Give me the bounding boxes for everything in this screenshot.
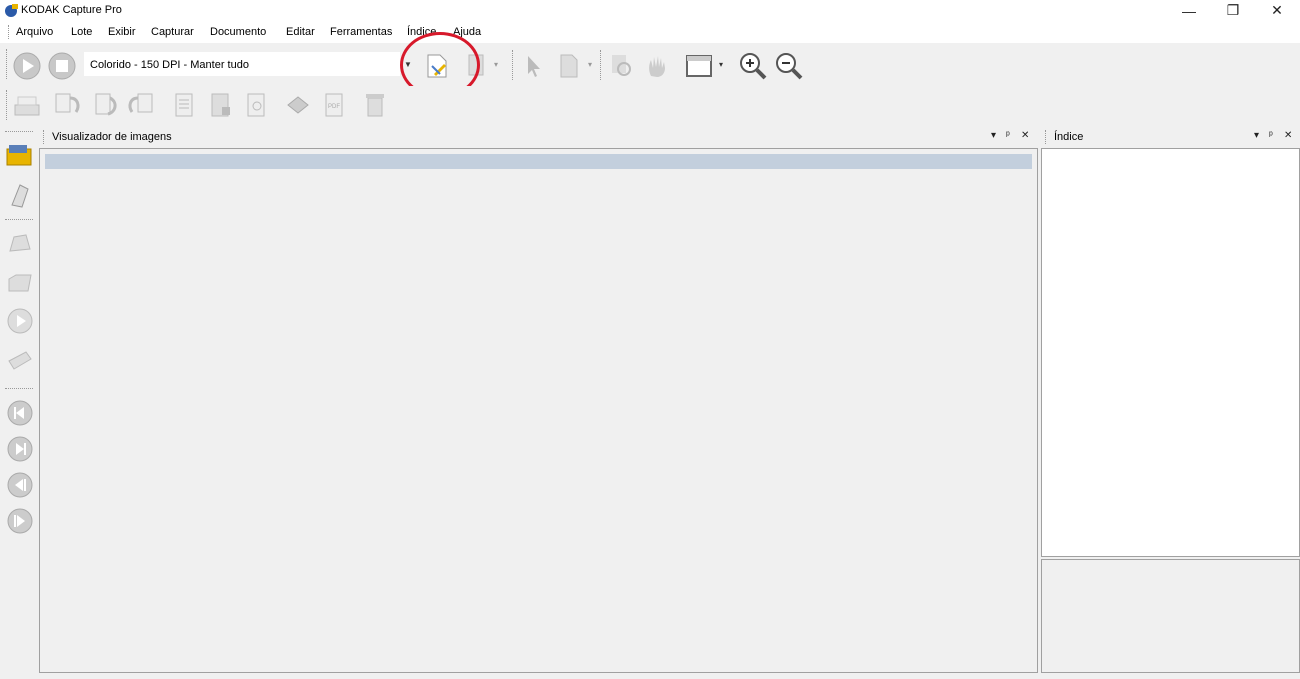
index-fields-area[interactable] bbox=[1041, 148, 1300, 557]
view-layout-dropdown-icon[interactable]: ▾ bbox=[719, 60, 723, 69]
index-pin-icon[interactable]: ᵖ bbox=[1269, 130, 1273, 141]
page-properties-icon[interactable] bbox=[172, 91, 198, 119]
print-icon[interactable] bbox=[284, 91, 312, 119]
title-bar: KODAK Capture Pro — ❐ ✕ bbox=[0, 0, 1300, 21]
job-setting-select[interactable]: Colorido - 150 DPI - Manter tudo bbox=[84, 52, 400, 76]
image-viewer-area[interactable] bbox=[39, 148, 1038, 673]
minimize-button[interactable]: — bbox=[1166, 0, 1212, 21]
left-toolbar-separator bbox=[5, 219, 33, 220]
zoom-in-icon[interactable] bbox=[737, 50, 769, 82]
play-batch-icon[interactable] bbox=[6, 307, 34, 335]
menu-exibir[interactable]: Exibir bbox=[108, 26, 136, 38]
pan-hand-icon[interactable] bbox=[643, 52, 671, 80]
index-menu-dropdown-icon[interactable]: ▾ bbox=[1254, 130, 1259, 141]
pdf-export-icon[interactable]: PDF bbox=[322, 91, 350, 119]
select-pointer-icon[interactable] bbox=[522, 52, 544, 80]
close-button[interactable]: ✕ bbox=[1254, 0, 1300, 21]
secondary-toolbar: PDF bbox=[0, 86, 1300, 124]
kodak-app-icon bbox=[5, 4, 18, 17]
menu-ferramentas[interactable]: Ferramentas bbox=[330, 26, 392, 38]
viewer-panel-header: Visualizador de imagens ▾ ᵖ ✕ bbox=[39, 127, 1038, 149]
index-panel-title: Índice bbox=[1054, 131, 1084, 143]
zoom-area-icon[interactable] bbox=[608, 52, 636, 80]
toolbar-separator bbox=[600, 50, 602, 80]
viewer-menu-dropdown-icon[interactable]: ▾ bbox=[991, 130, 996, 141]
menu-lote[interactable]: Lote bbox=[71, 26, 92, 38]
page-preview-icon[interactable] bbox=[244, 91, 270, 119]
index-header-grip bbox=[1045, 130, 1047, 144]
window-title: KODAK Capture Pro bbox=[21, 4, 122, 16]
restore-button[interactable]: ❐ bbox=[1210, 0, 1256, 21]
open-batch-icon[interactable] bbox=[6, 269, 34, 297]
viewer-pin-icon[interactable]: ᵖ bbox=[1006, 130, 1010, 141]
toolbar-separator bbox=[512, 50, 514, 80]
toolbar-grip bbox=[6, 49, 8, 79]
previous-page-icon[interactable] bbox=[6, 471, 34, 499]
left-toolbar-separator bbox=[5, 388, 33, 389]
start-capture-icon[interactable] bbox=[12, 51, 42, 81]
menu-capturar[interactable]: Capturar bbox=[151, 26, 194, 38]
menu-bar: Arquivo Lote Exibir Capturar Documento E… bbox=[0, 21, 1300, 43]
menu-documento[interactable]: Documento bbox=[210, 26, 266, 38]
viewer-header-grip bbox=[43, 130, 45, 144]
menu-editar[interactable]: Editar bbox=[286, 26, 315, 38]
first-page-icon[interactable] bbox=[6, 399, 34, 427]
close-batch-icon[interactable] bbox=[6, 347, 34, 375]
index-checkered-icon[interactable] bbox=[6, 181, 34, 209]
rotate-right-icon[interactable] bbox=[52, 90, 84, 120]
menu-grip bbox=[8, 25, 10, 39]
viewer-panel-title: Visualizador de imagens bbox=[52, 131, 172, 143]
document-dropdown-icon[interactable]: ▾ bbox=[588, 60, 592, 69]
page-setup-dropdown-icon[interactable]: ▾ bbox=[494, 60, 498, 69]
new-batch-icon[interactable] bbox=[6, 229, 34, 257]
index-close-icon[interactable]: ✕ bbox=[1284, 130, 1292, 141]
viewer-close-icon[interactable]: ✕ bbox=[1021, 130, 1029, 141]
menu-arquivo[interactable]: Arquivo bbox=[16, 26, 53, 38]
index-panel-header: Índice ▾ ᵖ ✕ bbox=[1041, 127, 1300, 149]
rotate-180-icon[interactable] bbox=[88, 90, 120, 120]
next-page-icon[interactable] bbox=[6, 507, 34, 535]
batch-folder-icon[interactable] bbox=[5, 141, 35, 171]
viewer-selection-bar bbox=[45, 154, 1032, 169]
document-icon[interactable] bbox=[556, 52, 582, 80]
last-page-icon[interactable] bbox=[6, 435, 34, 463]
rotate-left-icon[interactable] bbox=[126, 90, 158, 120]
stop-capture-icon[interactable] bbox=[47, 51, 77, 81]
left-toolbar-grip bbox=[5, 131, 33, 132]
left-toolbar bbox=[0, 125, 37, 541]
zoom-out-icon[interactable] bbox=[773, 50, 805, 82]
toolbar-grip bbox=[6, 90, 8, 120]
scanner-icon[interactable] bbox=[12, 91, 42, 119]
page-insert-icon[interactable] bbox=[208, 91, 234, 119]
svg-text:PDF: PDF bbox=[328, 104, 340, 110]
index-info-area bbox=[1041, 559, 1300, 673]
view-layout-icon[interactable] bbox=[684, 52, 716, 80]
trash-icon[interactable] bbox=[362, 90, 388, 120]
